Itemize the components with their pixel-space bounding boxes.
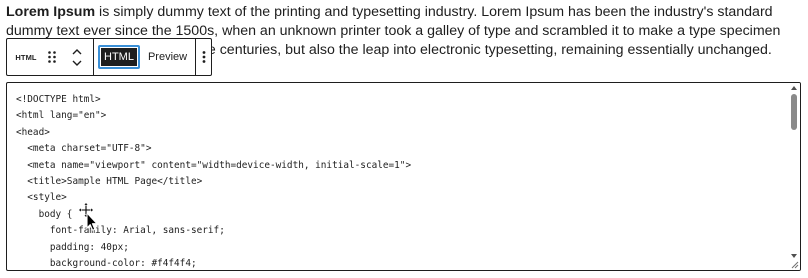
code-content[interactable]: <!DOCTYPE html> <html lang="en"> <head> <m… — [16, 92, 412, 270]
move-cursor-icon — [78, 202, 98, 231]
html-code-editor[interactable]: <!DOCTYPE html> <html lang="en"> <head> <m… — [6, 82, 801, 271]
code-line: font-family: Arial, sans-serif; — [16, 225, 225, 237]
code-line: body { — [16, 208, 73, 220]
code-line: background-color: #f4f4f4; — [16, 257, 197, 269]
scroll-thumb[interactable] — [791, 94, 797, 130]
block-type-label[interactable]: HTML — [15, 53, 37, 62]
code-line: <meta name="viewport" content="width=dev… — [16, 159, 412, 171]
scroll-down-arrow-icon[interactable] — [791, 254, 797, 258]
code-line: <head> — [16, 126, 50, 138]
tab-html[interactable]: HTML — [98, 45, 140, 69]
more-vertical-icon — [202, 51, 205, 63]
chevron-up-icon[interactable] — [72, 45, 82, 57]
chevron-down-icon[interactable] — [72, 57, 82, 69]
scroll-up-arrow-icon[interactable] — [791, 86, 797, 90]
code-line: <title>Sample HTML Page</title> — [16, 175, 203, 187]
code-line: padding: 40px; — [16, 241, 129, 253]
block-movers — [69, 42, 85, 72]
block-controls-group: HTML — [7, 39, 94, 75]
resize-grip-icon[interactable] — [791, 261, 799, 269]
code-line: <html lang="en"> — [16, 110, 107, 122]
code-line: <!DOCTYPE html> — [16, 94, 101, 105]
block-toolbar: HTML HTML Preview — [6, 38, 212, 76]
more-options-button[interactable] — [196, 39, 211, 75]
code-line: <style> — [16, 192, 67, 204]
paragraph-bold-text: Lorem Ipsum — [6, 4, 96, 20]
tab-preview[interactable]: Preview — [144, 45, 191, 69]
code-line: <meta charset="UTF-8"> — [16, 143, 152, 155]
drag-handle-icon[interactable] — [45, 50, 59, 64]
view-tabs-group: HTML Preview — [94, 39, 197, 75]
vertical-scrollbar[interactable] — [789, 83, 800, 270]
